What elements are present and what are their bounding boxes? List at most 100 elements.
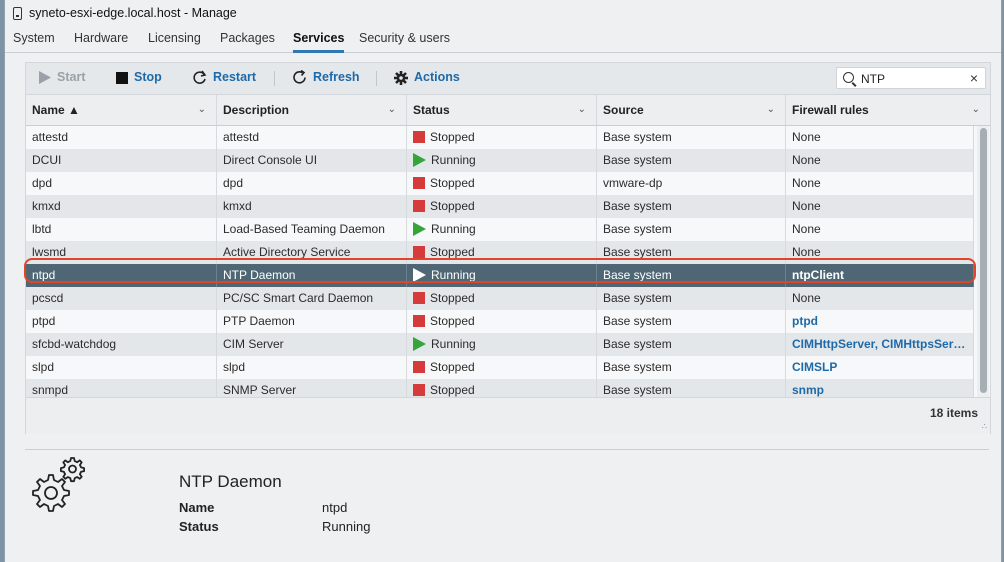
item-count: 18 items: [929, 406, 978, 420]
column-header-label: Name ▲: [32, 103, 80, 117]
table-row[interactable]: lwsmd Active Directory Service Stopped Base…: [26, 241, 974, 264]
column-header-description[interactable]: Description ⌄: [217, 95, 407, 125]
status-text: Stopped: [430, 130, 475, 144]
cell-firewall: None: [786, 241, 974, 264]
table-row[interactable]: ptpd PTP Daemon Stopped Base system ptpd: [26, 310, 974, 333]
tab-security-users[interactable]: Security & users: [359, 31, 450, 51]
cell-description: PC/SC Smart Card Daemon: [217, 287, 407, 310]
cell-firewall: None: [786, 126, 974, 149]
cell-description: CIM Server: [217, 333, 407, 356]
cell-description: Load-Based Teaming Daemon: [217, 218, 407, 241]
chevron-down-icon[interactable]: ⌄: [198, 95, 206, 125]
column-header-source[interactable]: Source ⌄: [597, 95, 786, 125]
tab-packages[interactable]: Packages: [220, 31, 275, 51]
cell-name: ntpd: [26, 264, 217, 287]
gear-icon: [394, 70, 408, 85]
firewall-rule-link[interactable]: ptpd: [786, 310, 974, 333]
cell-description: Direct Console UI: [217, 149, 407, 172]
stop-button[interactable]: Stop: [116, 70, 162, 88]
cell-description: slpd: [217, 356, 407, 379]
start-label: Start: [57, 70, 86, 84]
chevron-down-icon[interactable]: ⌄: [578, 95, 586, 125]
host-icon: [13, 7, 22, 20]
tab-licensing[interactable]: Licensing: [148, 31, 201, 51]
table-row[interactable]: snmpd SNMP Server Stopped Base system snmp: [26, 379, 974, 397]
chevron-down-icon[interactable]: ⌄: [388, 95, 396, 125]
tab-services[interactable]: Services: [293, 31, 345, 53]
column-header-label: Description: [223, 103, 290, 117]
stopped-icon: [413, 200, 425, 212]
scrollbar-thumb[interactable]: [980, 128, 987, 393]
table-row[interactable]: attestd attestd Stopped Base system None: [26, 126, 974, 149]
title-bar: syneto-esxi-edge.local.host - Manage: [5, 0, 1001, 28]
table-scrollbar[interactable]: [977, 126, 989, 397]
cell-status: Stopped: [407, 172, 597, 195]
table-row[interactable]: sfcbd-watchdog CIM Server Running Base syst…: [26, 333, 974, 356]
chevron-down-icon[interactable]: ⌄: [972, 95, 980, 125]
stop-icon: [116, 71, 128, 84]
cell-firewall: None: [786, 218, 974, 241]
tab-system[interactable]: System: [13, 31, 55, 51]
status-text: Running: [431, 268, 476, 282]
search-icon: [843, 72, 854, 83]
search-input[interactable]: [859, 70, 963, 88]
column-header-label: Source: [603, 103, 644, 117]
cell-name: pcscd: [26, 287, 217, 310]
cell-description: dpd: [217, 172, 407, 195]
cell-source: Base system: [597, 356, 786, 379]
table-row[interactable]: kmxd kmxd Stopped Base system None: [26, 195, 974, 218]
cell-name: snmpd: [26, 379, 217, 397]
cell-status: Stopped: [407, 287, 597, 310]
firewall-rule-link[interactable]: CIMSLP: [786, 356, 974, 379]
table-row[interactable]: dpd dpd Stopped vmware-dp None: [26, 172, 974, 195]
chevron-down-icon[interactable]: ⌄: [767, 95, 775, 125]
play-icon: [39, 71, 51, 85]
toolbar-separator: [274, 71, 275, 86]
firewall-rule-link[interactable]: CIMHttpServer, CIMHttpsSer…: [786, 333, 974, 356]
refresh-button[interactable]: Refresh: [292, 70, 360, 88]
tab-hardware[interactable]: Hardware: [74, 31, 128, 51]
clear-search-icon[interactable]: ×: [970, 70, 978, 86]
table-row[interactable]: DCUI Direct Console UI Running Base system N…: [26, 149, 974, 172]
table-row[interactable]: ntpd NTP Daemon Running Base system ntpClien…: [26, 264, 974, 287]
cell-status: Running: [407, 264, 597, 287]
cell-name: DCUI: [26, 149, 217, 172]
table-row[interactable]: pcscd PC/SC Smart Card Daemon Stopped Base …: [26, 287, 974, 310]
column-header-firewall-rules[interactable]: Firewall rules ⌄: [786, 95, 990, 125]
status-text: Stopped: [430, 383, 475, 397]
cell-name: ptpd: [26, 310, 217, 333]
stopped-icon: [413, 315, 425, 327]
status-text: Stopped: [430, 245, 475, 259]
column-header-label: Firewall rules: [792, 103, 869, 117]
gears-icon: [32, 457, 85, 512]
start-button[interactable]: Start: [38, 70, 85, 88]
resize-grip-icon[interactable]: ∴: [982, 422, 987, 431]
refresh-label: Refresh: [313, 70, 360, 84]
status-text: Running: [431, 153, 476, 167]
cell-source: Base system: [597, 379, 786, 397]
search-box: ×: [836, 67, 986, 89]
column-header-status[interactable]: Status ⌄: [407, 95, 597, 125]
details-name-value: ntpd: [322, 500, 348, 515]
stopped-icon: [413, 384, 425, 396]
firewall-rule-link[interactable]: ntpClient: [786, 264, 974, 287]
details-title: NTP Daemon: [179, 472, 282, 491]
restart-button[interactable]: Restart: [192, 70, 256, 88]
firewall-rule-link[interactable]: snmp: [786, 379, 974, 397]
details-divider: [25, 449, 989, 450]
column-header-name[interactable]: Name ▲ ⌄: [26, 95, 217, 125]
actions-button[interactable]: Actions: [394, 70, 460, 88]
tab-bar: System Hardware Licensing Packages Servi…: [5, 28, 1001, 53]
toolbar-separator: [376, 71, 377, 86]
status-text: Stopped: [430, 314, 475, 328]
table-row[interactable]: lbtd Load-Based Teaming Daemon Running Base…: [26, 218, 974, 241]
stopped-icon: [413, 246, 425, 258]
table-row[interactable]: slpd slpd Stopped Base system CIMSLP: [26, 356, 974, 379]
cell-status: Stopped: [407, 195, 597, 218]
cell-firewall: None: [786, 172, 974, 195]
cell-firewall: None: [786, 149, 974, 172]
restart-label: Restart: [213, 70, 257, 84]
cell-status: Running: [407, 333, 597, 356]
table-header: Name ▲ ⌄ Description ⌄ Status ⌄ Source ⌄ Fir…: [26, 95, 990, 126]
actions-label: Actions: [414, 70, 460, 84]
